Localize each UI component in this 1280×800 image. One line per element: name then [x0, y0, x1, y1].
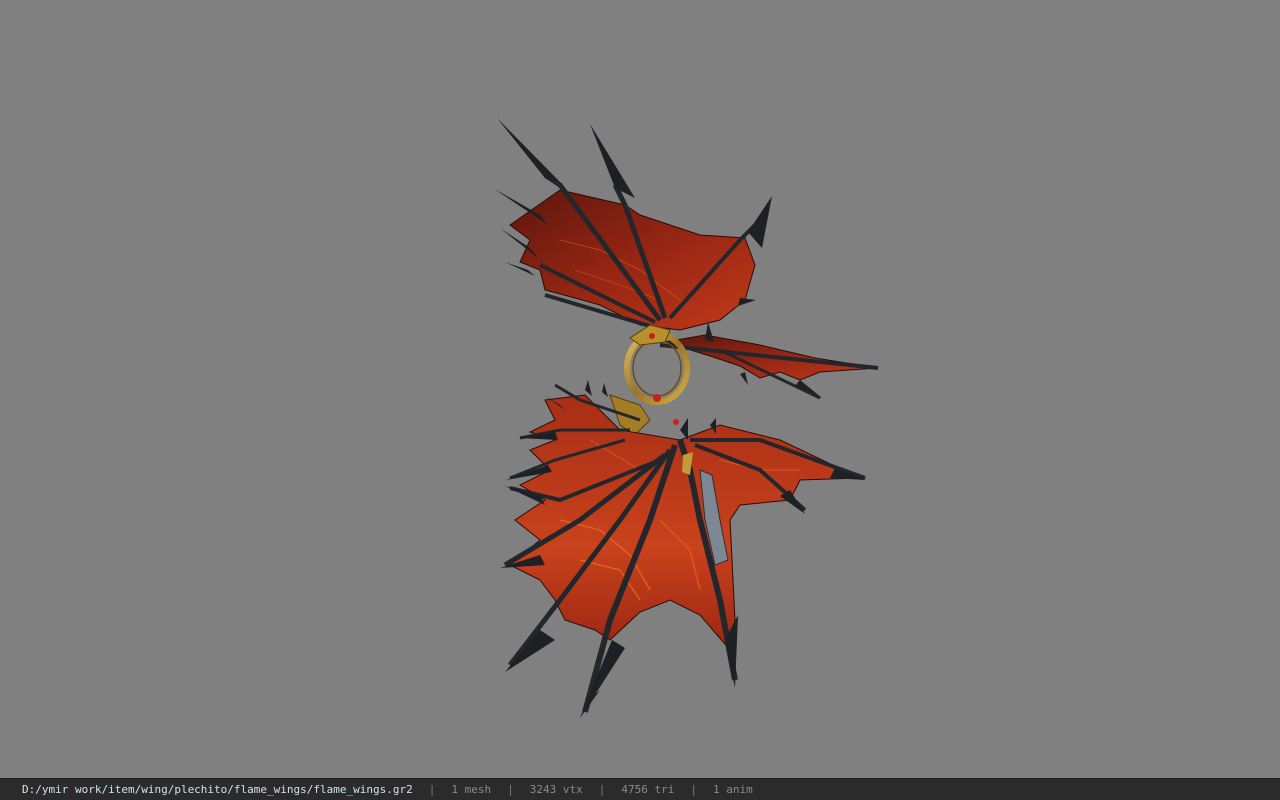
status-separator: |	[598, 783, 606, 796]
upper-wing	[493, 118, 772, 331]
vertex-count-text: 3243 vtx	[529, 783, 583, 796]
triangle-count-text: 4756 tri	[621, 783, 675, 796]
status-separator: |	[507, 783, 514, 796]
status-separator: |	[428, 783, 436, 796]
status-bar: D:/ymir work/item/wing/plechito/flame_wi…	[0, 778, 1280, 800]
mesh-count-text: 1 mesh	[451, 783, 492, 796]
side-wing	[659, 322, 879, 400]
lower-wing	[500, 380, 866, 718]
anim-count-text: 1 anim	[712, 783, 753, 796]
3d-viewport[interactable]	[0, 0, 1280, 778]
wing-model-render[interactable]	[0, 0, 1280, 778]
status-separator: |	[690, 783, 697, 796]
file-path-text: D:/ymir work/item/wing/plechito/flame_wi…	[22, 783, 413, 796]
